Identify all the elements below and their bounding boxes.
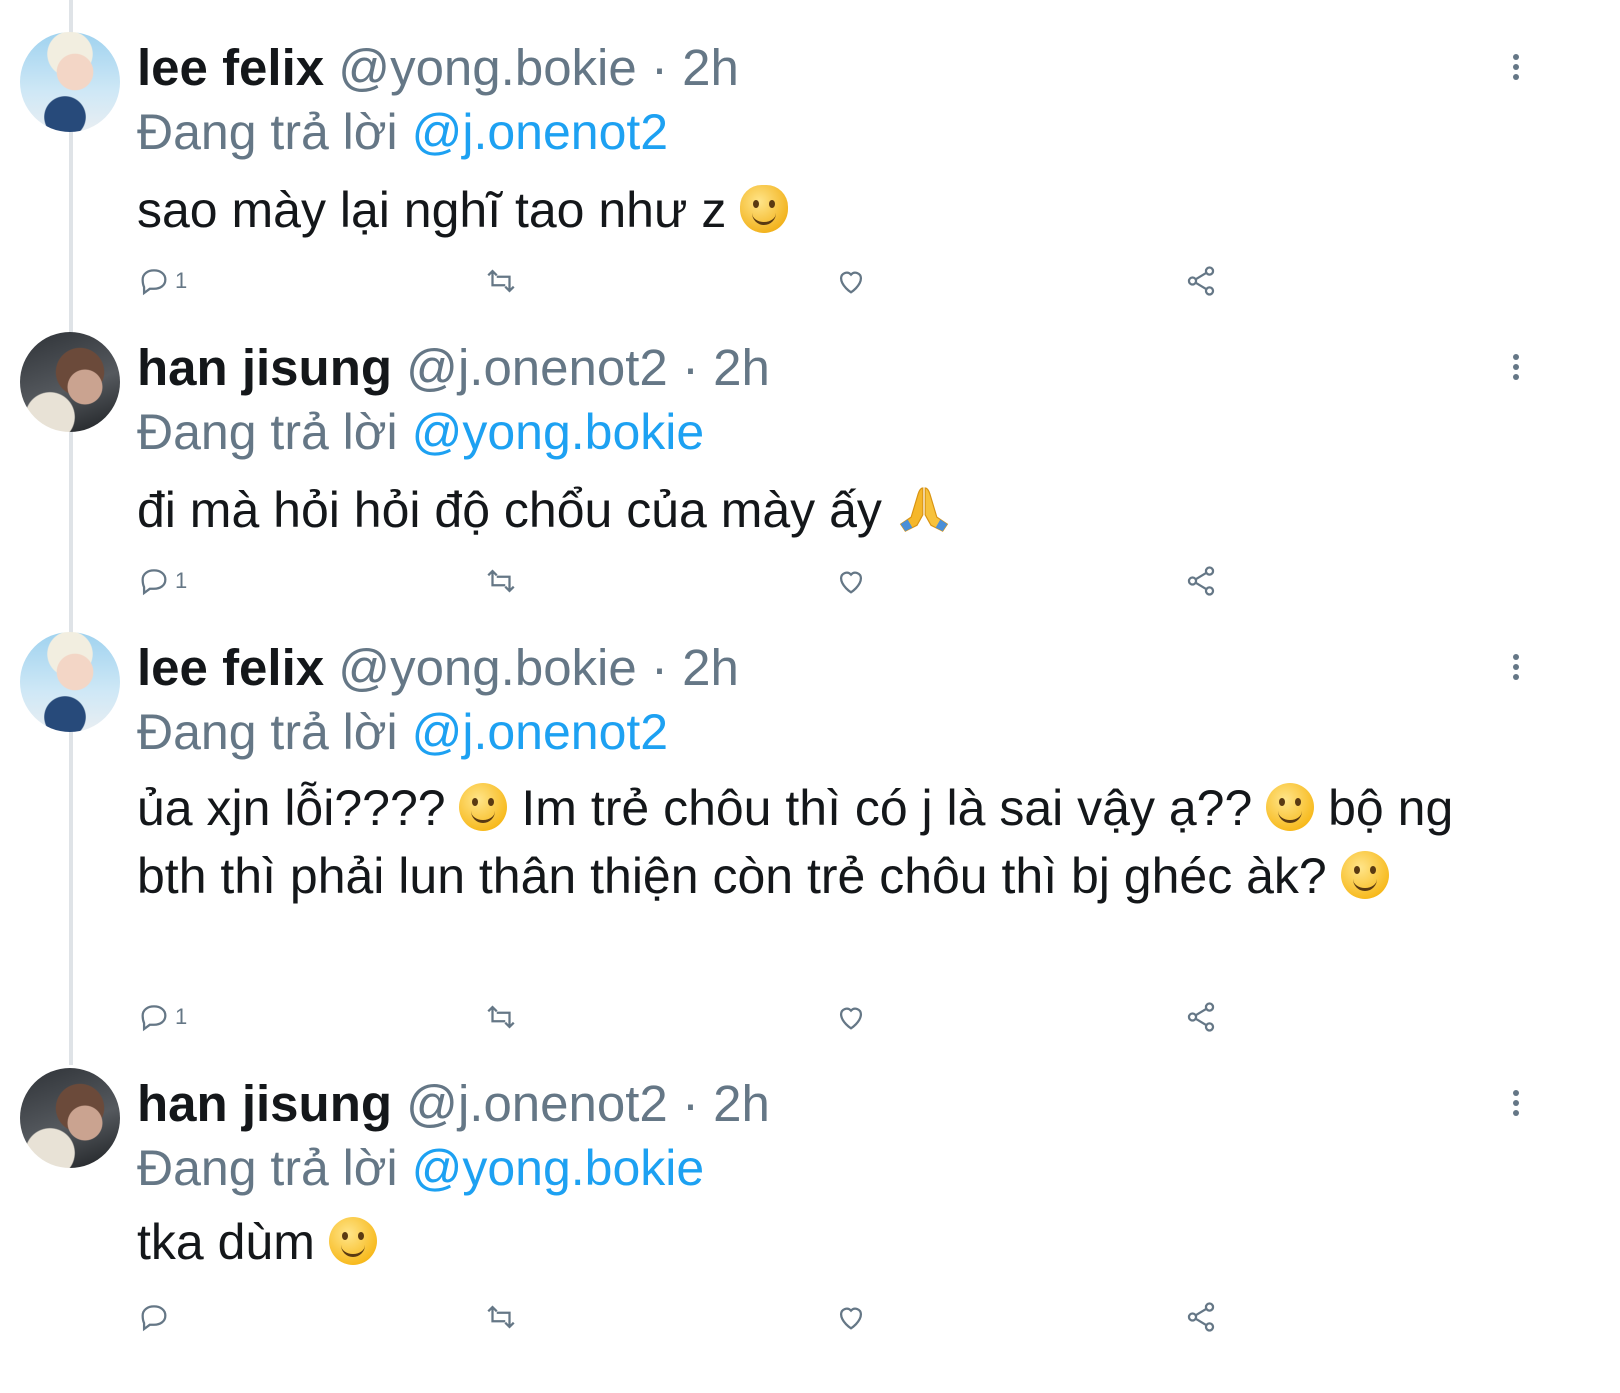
mention-link[interactable]: @j.onenot2: [412, 704, 669, 760]
tweet-actions: [137, 1300, 1337, 1340]
share-button[interactable]: [1184, 264, 1218, 298]
display-name[interactable]: lee felix: [137, 39, 324, 96]
tweet-header: lee felix @yong.bokie · 2h: [137, 638, 739, 698]
reply-icon: [141, 269, 167, 296]
tweet-text: ủa xjn lỗi???? Im trẻ chôu thì có j là s…: [137, 774, 1497, 910]
separator: ·: [650, 639, 668, 696]
replying-to: Đang trả lời @yong.bokie: [137, 402, 704, 462]
timestamp[interactable]: 2h: [713, 1075, 770, 1132]
share-icon: [1187, 1002, 1215, 1032]
tweet-text: tka dùm: [137, 1208, 1497, 1276]
retweet-icon: [487, 569, 515, 593]
tweet-actions: 1: [137, 264, 1337, 304]
retweet-icon: [487, 269, 515, 293]
like-icon: [839, 271, 863, 294]
replying-label: Đang trả lời: [137, 404, 398, 460]
grinning-emoji: [1266, 783, 1315, 831]
replying-label: Đang trả lời: [137, 704, 398, 760]
more-icon[interactable]: [1508, 52, 1524, 82]
folded-hands-emoji: [899, 487, 948, 532]
reply-icon: [141, 1305, 167, 1332]
tweet-text-content: đi mà hỏi hỏi độ chổu của mày ấy: [137, 482, 882, 538]
user-handle[interactable]: @j.onenot2: [406, 339, 668, 396]
display-name[interactable]: han jisung: [137, 339, 392, 396]
replying-to: Đang trả lời @yong.bokie: [137, 1138, 704, 1198]
retweet-button[interactable]: [484, 1300, 518, 1334]
share-icon: [1187, 266, 1215, 296]
mention-link[interactable]: @yong.bokie: [412, 1140, 705, 1196]
like-button[interactable]: [834, 264, 868, 298]
more-icon[interactable]: [1508, 352, 1524, 382]
reply-count: 1: [175, 568, 188, 593]
tweet-header: han jisung @j.onenot2 · 2h: [137, 1074, 770, 1134]
replying-to: Đang trả lời @j.onenot2: [137, 102, 668, 162]
separator: ·: [650, 39, 668, 96]
reply-icon: [141, 569, 167, 596]
separator: ·: [681, 1075, 699, 1132]
like-button[interactable]: [834, 1000, 868, 1034]
tweet-text-content: sao mày lại nghĩ tao như z: [137, 182, 727, 238]
more-icon[interactable]: [1508, 652, 1524, 682]
replying-label: Đang trả lời: [137, 1140, 398, 1196]
like-button[interactable]: [834, 564, 868, 598]
display-name[interactable]: han jisung: [137, 1075, 392, 1132]
avatar[interactable]: [20, 632, 120, 732]
like-icon: [839, 571, 863, 594]
reply-icon: [141, 1005, 167, 1032]
grinning-emoji: [1340, 851, 1389, 899]
thread-line: [69, 0, 73, 1065]
reply-count: 1: [175, 1004, 188, 1029]
separator: ·: [681, 339, 699, 396]
tweet-text-part: ủa xjn lỗi????: [137, 780, 446, 836]
user-handle[interactable]: @j.onenot2: [406, 1075, 668, 1132]
pouting-cat-emoji: [740, 185, 789, 233]
retweet-icon: [487, 1305, 515, 1329]
reply-button[interactable]: [137, 1300, 175, 1334]
tweet-actions: 1: [137, 564, 1337, 604]
slightly-smiling-emoji: [328, 1217, 377, 1265]
tweet-text: đi mà hỏi hỏi độ chổu của mày ấy: [137, 476, 1497, 544]
tweet-header: lee felix @yong.bokie · 2h: [137, 38, 739, 98]
tweet-text-part: Im trẻ chôu thì có j là sai vậy ạ??: [521, 780, 1253, 836]
retweet-button[interactable]: [484, 264, 518, 298]
tweet-text: sao mày lại nghĩ tao như z: [137, 176, 1497, 244]
replying-to: Đang trả lời @j.onenot2: [137, 702, 668, 762]
reply-button[interactable]: 1: [137, 564, 187, 598]
replying-label: Đang trả lời: [137, 104, 398, 160]
like-icon: [839, 1007, 863, 1030]
timestamp[interactable]: 2h: [713, 339, 770, 396]
timestamp[interactable]: 2h: [682, 639, 739, 696]
share-button[interactable]: [1184, 1300, 1218, 1334]
timestamp[interactable]: 2h: [682, 39, 739, 96]
avatar[interactable]: [20, 32, 120, 132]
user-handle[interactable]: @yong.bokie: [338, 639, 636, 696]
like-icon: [839, 1307, 863, 1330]
retweet-button[interactable]: [484, 564, 518, 598]
user-handle[interactable]: @yong.bokie: [338, 39, 636, 96]
retweet-button[interactable]: [484, 1000, 518, 1034]
tweet-text-content: tka dùm: [137, 1214, 315, 1270]
mention-link[interactable]: @j.onenot2: [412, 104, 669, 160]
share-icon: [1187, 1302, 1215, 1332]
mention-link[interactable]: @yong.bokie: [412, 404, 705, 460]
reply-button[interactable]: 1: [137, 264, 187, 298]
reply-button[interactable]: 1: [137, 1000, 187, 1034]
retweet-icon: [487, 1005, 515, 1029]
tweet-actions: 1: [137, 1000, 1337, 1040]
grinning-emoji: [459, 783, 508, 831]
avatar[interactable]: [20, 1068, 120, 1168]
reply-count: 1: [175, 268, 188, 293]
more-icon[interactable]: [1508, 1088, 1524, 1118]
avatar[interactable]: [20, 332, 120, 432]
like-button[interactable]: [834, 1300, 868, 1334]
share-icon: [1187, 566, 1215, 596]
display-name[interactable]: lee felix: [137, 639, 324, 696]
share-button[interactable]: [1184, 1000, 1218, 1034]
tweet-header: han jisung @j.onenot2 · 2h: [137, 338, 770, 398]
share-button[interactable]: [1184, 564, 1218, 598]
